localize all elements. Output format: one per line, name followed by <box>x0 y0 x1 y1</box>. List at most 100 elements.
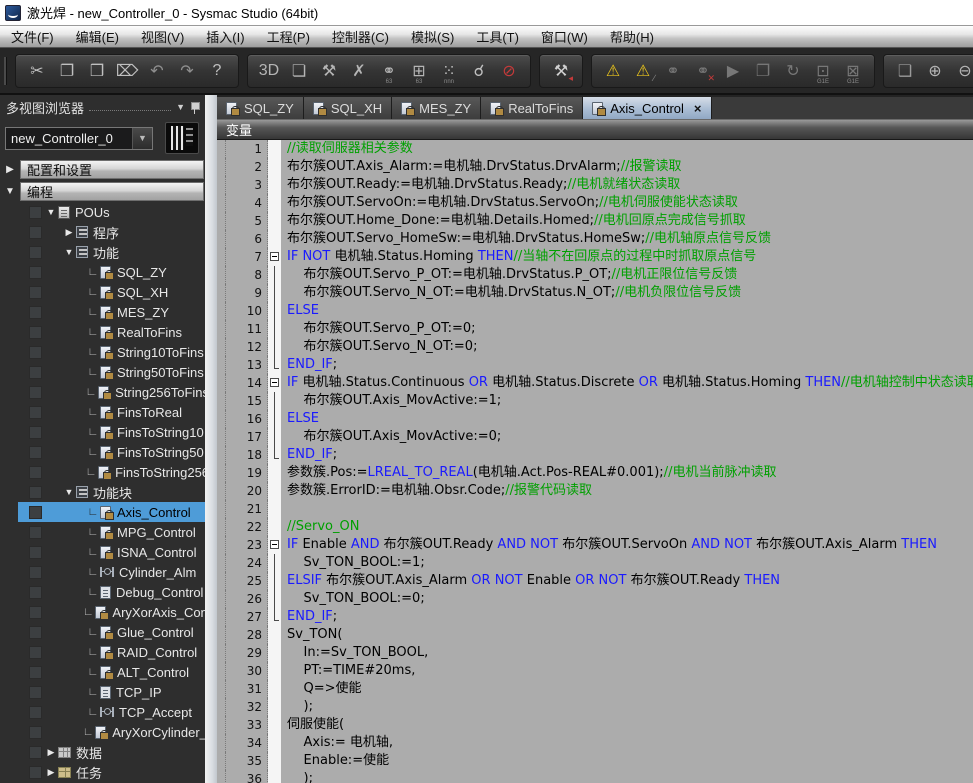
tree-item-string50tofins[interactable]: ∟String50ToFins <box>0 362 205 382</box>
tree-item-string10tofins[interactable]: ∟String10ToFins <box>0 342 205 362</box>
controller-select[interactable]: new_Controller_0 ▼ <box>5 127 153 150</box>
tree-item-aryxoraxis-contr[interactable]: ∟AryXorAxis_Contr <box>0 602 205 622</box>
menu-item[interactable]: 编辑(E) <box>65 26 130 47</box>
monitor-glasses-icon[interactable]: ⚭ <box>658 57 688 85</box>
fold-collapse-icon[interactable] <box>270 540 279 549</box>
menu-item[interactable]: 文件(F) <box>0 26 65 47</box>
section-header[interactable]: 配置和设置 <box>20 160 204 179</box>
stop-copy-icon[interactable]: ❐ <box>748 57 778 85</box>
zoom-in-icon[interactable]: ⊕ <box>920 57 950 85</box>
tree-item-checkbox[interactable] <box>29 406 42 419</box>
delete-icon[interactable]: ⌦ <box>112 57 142 85</box>
tree-item-checkbox[interactable] <box>29 206 42 219</box>
menu-item[interactable]: 插入(I) <box>195 26 255 47</box>
section-collapse-icon[interactable]: ▼ <box>0 186 20 197</box>
menu-item[interactable]: 工程(P) <box>256 26 321 47</box>
section-expand-icon[interactable]: ▶ <box>0 164 20 175</box>
tab-mes-zy[interactable]: MES_ZY <box>392 97 481 119</box>
tree-item-cylinder-alm[interactable]: ∟Cylinder_Alm <box>0 562 205 582</box>
menu-item[interactable]: 帮助(H) <box>599 26 665 47</box>
transfer-to-controller-icon[interactable]: ⊡G1E <box>808 57 838 85</box>
tree-item-finstostring10[interactable]: ∟FinsToString10 <box>0 422 205 442</box>
tree-item-mes-zy[interactable]: ∟MES_ZY <box>0 302 205 322</box>
controller-select-arrow-icon[interactable]: ▼ <box>132 128 152 149</box>
zoom-out-icon[interactable]: ⊖ <box>950 57 973 85</box>
rebuild-icon[interactable]: ✗ <box>344 57 374 85</box>
tree-item-checkbox[interactable] <box>29 326 42 339</box>
tree-item--[interactable]: ▼功能 <box>0 242 205 262</box>
check-program-icon[interactable]: ⚭63 <box>374 57 404 85</box>
tree-item-alt-control[interactable]: ∟ALT_Control <box>0 662 205 682</box>
tab-axis-control[interactable]: Axis_Control× <box>583 97 711 119</box>
fold-margin[interactable] <box>268 248 281 266</box>
tree-item--[interactable]: ▶程序 <box>0 222 205 242</box>
tree-item-raid-control[interactable]: ∟RAID_Control <box>0 642 205 662</box>
tree-item-checkbox[interactable] <box>29 686 42 699</box>
tree-item-string256tofins[interactable]: ∟String256ToFins <box>0 382 205 402</box>
tree-item-glue-control[interactable]: ∟Glue_Control <box>0 622 205 642</box>
help-icon[interactable]: ? <box>202 57 232 85</box>
tab-close-icon[interactable]: × <box>694 101 702 116</box>
fit-zoom-icon[interactable]: ❑ <box>890 57 920 85</box>
rebuild-controller-icon[interactable]: ⚒◂ <box>546 57 576 85</box>
tree-item-checkbox[interactable] <box>29 246 42 259</box>
tree-item-aryxorcylinder-c[interactable]: ∟AryXorCylinder_C <box>0 722 205 742</box>
section-header[interactable]: 编程 <box>20 182 204 201</box>
tree-item-axis-control[interactable]: ∟Axis_Control <box>0 502 205 522</box>
menu-item[interactable]: 控制器(C) <box>321 26 400 47</box>
tree-item-checkbox[interactable] <box>29 606 42 619</box>
undo-icon[interactable]: ↶ <box>142 57 172 85</box>
tree-item-sql-zy[interactable]: ∟SQL_ZY <box>0 262 205 282</box>
abort-icon[interactable]: ⊘ <box>494 57 524 85</box>
chevron-down-icon[interactable]: ▼ <box>176 102 185 112</box>
tree-item-checkbox[interactable] <box>29 466 42 479</box>
tree-item-checkbox[interactable] <box>29 746 42 759</box>
variables-bar[interactable]: 变量 <box>217 119 973 140</box>
tree-item--[interactable]: ▶数据 <box>0 742 205 762</box>
tree-item-checkbox[interactable] <box>29 506 42 519</box>
run-icon[interactable]: ▶ <box>718 57 748 85</box>
online-edit-icon[interactable]: ⁙nnn <box>434 57 464 85</box>
tree-item-checkbox[interactable] <box>29 706 42 719</box>
tree-item-checkbox[interactable] <box>29 386 42 399</box>
3d-view-icon[interactable]: 3D <box>254 57 284 85</box>
expand-icon[interactable]: ▶ <box>44 747 58 758</box>
sidebar-splitter[interactable] <box>205 95 217 783</box>
monitor-stop-icon[interactable]: ⚭✕ <box>688 57 718 85</box>
paste-icon[interactable]: ❒ <box>82 57 112 85</box>
fold-margin[interactable] <box>268 536 281 554</box>
tree-item-realtofins[interactable]: ∟RealToFins <box>0 322 205 342</box>
tree-item-checkbox[interactable] <box>29 346 42 359</box>
tree-item-tcp-accept[interactable]: ∟TCP_Accept <box>0 702 205 722</box>
tree-item-tcp-ip[interactable]: ∟TCP_IP <box>0 682 205 702</box>
menu-item[interactable]: 视图(V) <box>130 26 195 47</box>
warning-off-icon[interactable]: ⚠∕ <box>628 57 658 85</box>
tree-item-checkbox[interactable] <box>29 426 42 439</box>
tree-item-checkbox[interactable] <box>29 566 42 579</box>
cascade-windows-icon[interactable]: ❏ <box>284 57 314 85</box>
tree-item-checkbox[interactable] <box>29 446 42 459</box>
tree-item-checkbox[interactable] <box>29 626 42 639</box>
expand-icon[interactable]: ▶ <box>62 227 76 238</box>
tree-item-checkbox[interactable] <box>29 366 42 379</box>
fold-margin[interactable] <box>268 374 281 392</box>
tab-sql-xh[interactable]: SQL_XH <box>304 97 392 119</box>
warning-icon[interactable]: ⚠ <box>598 57 628 85</box>
tree-item-checkbox[interactable] <box>29 526 42 539</box>
collapse-icon[interactable]: ▼ <box>44 207 58 217</box>
tree-item-sql-xh[interactable]: ∟SQL_XH <box>0 282 205 302</box>
tree-item-checkbox[interactable] <box>29 266 42 279</box>
copy-icon[interactable]: ❐ <box>52 57 82 85</box>
tree-item-checkbox[interactable] <box>29 646 42 659</box>
menu-item[interactable]: 工具(T) <box>465 26 530 47</box>
tree-item--[interactable]: ▶任务 <box>0 762 205 782</box>
sync-icon[interactable]: ↻ <box>778 57 808 85</box>
st-code-editor[interactable]: 1//读取伺服器相关参数2布尔簇OUT.Axis_Alarm:=电机轴.DrvS… <box>217 140 973 783</box>
tree-item-checkbox[interactable] <box>29 586 42 599</box>
menu-item[interactable]: 模拟(S) <box>400 26 465 47</box>
tree-item-checkbox[interactable] <box>29 726 42 739</box>
redo-icon[interactable]: ↷ <box>172 57 202 85</box>
tree-item-checkbox[interactable] <box>29 486 42 499</box>
tab-sql-zy[interactable]: SQL_ZY <box>217 97 304 119</box>
fold-collapse-icon[interactable] <box>270 252 279 261</box>
